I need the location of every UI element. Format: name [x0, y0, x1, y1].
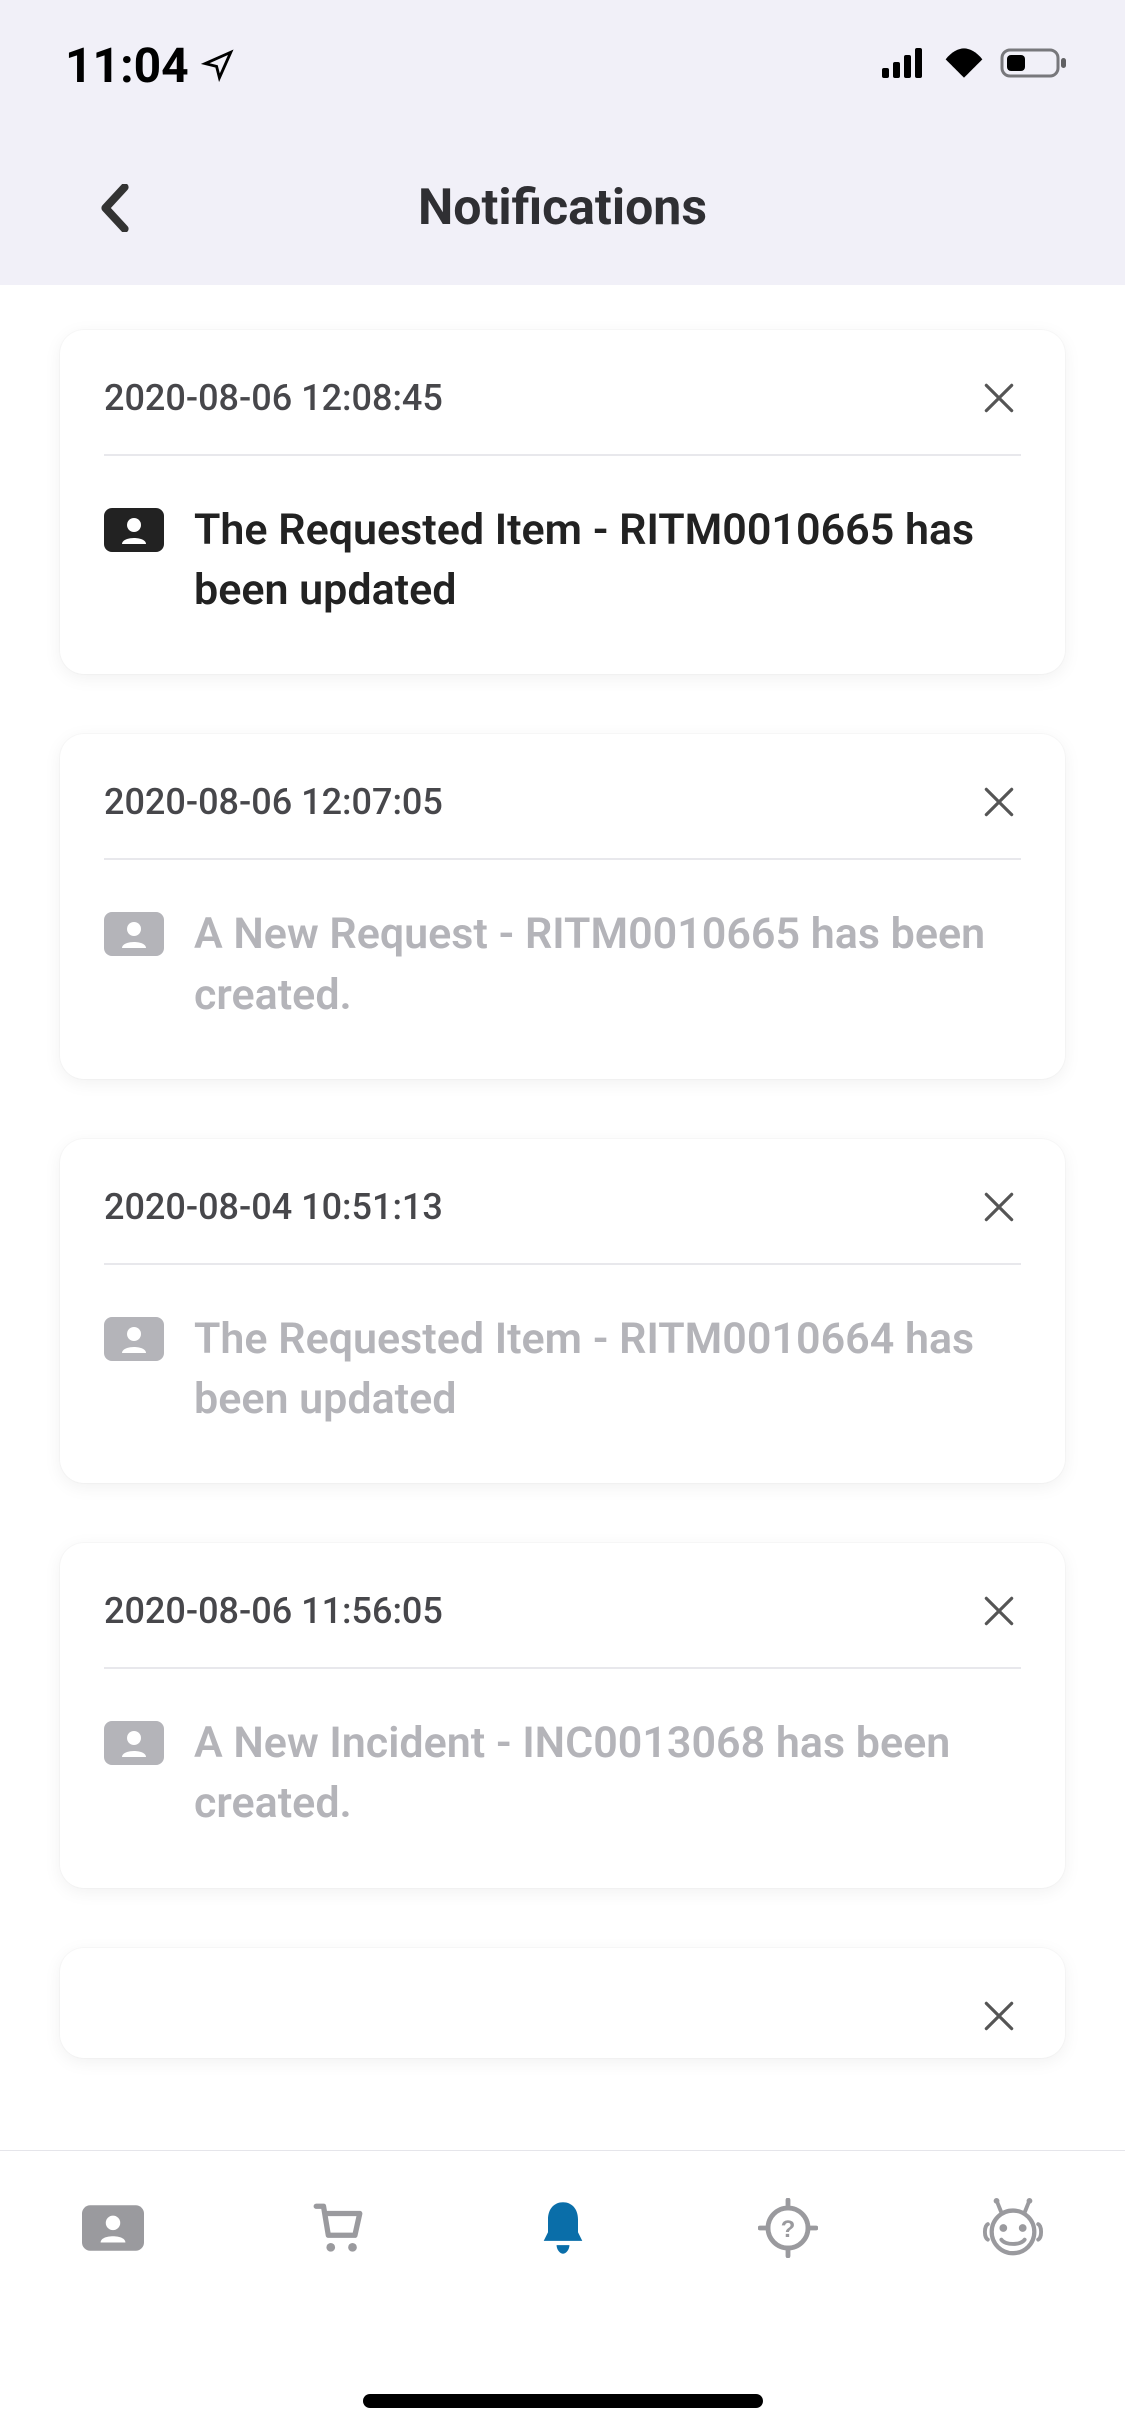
close-icon: [980, 1997, 1018, 2035]
dismiss-button[interactable]: [977, 1185, 1021, 1229]
nav-notifications[interactable]: [450, 2183, 675, 2273]
cart-icon: [307, 2199, 369, 2257]
svg-text:?: ?: [780, 2216, 795, 2243]
header: Notifications: [0, 130, 1125, 285]
dismiss-button[interactable]: [977, 780, 1021, 824]
status-bar: 11:04: [0, 0, 1125, 130]
status-time: 11:04: [65, 37, 189, 94]
notifications-list: 2020-08-06 12:08:45 The Requested Item -…: [0, 285, 1125, 2150]
nav-help[interactable]: ?: [675, 2183, 900, 2273]
nav-contacts[interactable]: [0, 2183, 225, 2273]
notification-card[interactable]: 2020-08-06 12:07:05 A New Request - RITM…: [60, 734, 1065, 1078]
notification-message: The Requested Item - RITM0010665 has bee…: [194, 500, 1021, 620]
dismiss-button[interactable]: [977, 376, 1021, 420]
contact-card-icon: [82, 2204, 144, 2252]
nav-chatbot[interactable]: [900, 2183, 1125, 2273]
back-button[interactable]: [80, 173, 150, 243]
close-icon: [980, 1188, 1018, 1226]
dismiss-button[interactable]: [977, 1589, 1021, 1633]
status-time-group: 11:04: [55, 37, 235, 94]
bell-icon: [537, 2198, 589, 2258]
notification-message: A New Request - RITM0010665 has been cre…: [194, 904, 1021, 1024]
close-icon: [980, 1592, 1018, 1630]
contact-card-icon: [104, 508, 164, 552]
notification-card[interactable]: [60, 1948, 1065, 2058]
battery-icon: [1000, 46, 1070, 84]
close-icon: [980, 379, 1018, 417]
close-icon: [980, 783, 1018, 821]
wifi-icon: [942, 46, 986, 84]
chevron-left-icon: [99, 184, 131, 232]
notification-timestamp: 2020-08-06 12:07:05: [104, 781, 443, 823]
location-icon: [201, 37, 235, 94]
notification-card[interactable]: 2020-08-06 11:56:05 A New Incident - INC…: [60, 1543, 1065, 1887]
notification-timestamp: 2020-08-06 11:56:05: [104, 1590, 443, 1632]
home-indicator[interactable]: [363, 2394, 763, 2408]
notification-card[interactable]: 2020-08-04 10:51:13 The Requested Item -…: [60, 1139, 1065, 1483]
notification-timestamp: 2020-08-06 12:08:45: [104, 377, 443, 419]
contact-card-icon: [104, 1317, 164, 1361]
cellular-icon: [880, 46, 928, 84]
nav-cart[interactable]: [225, 2183, 450, 2273]
notification-card[interactable]: 2020-08-06 12:08:45 The Requested Item -…: [60, 330, 1065, 674]
status-indicators: [880, 46, 1070, 84]
robot-icon: [978, 2197, 1048, 2259]
contact-card-icon: [104, 912, 164, 956]
notification-timestamp: 2020-08-04 10:51:13: [104, 1186, 443, 1228]
notification-message: The Requested Item - RITM0010664 has bee…: [194, 1309, 1021, 1429]
dismiss-button[interactable]: [977, 1994, 1021, 2038]
page-title: Notifications: [418, 179, 707, 237]
contact-card-icon: [104, 1721, 164, 1765]
help-target-icon: ?: [758, 2198, 818, 2258]
notification-message: A New Incident - INC0013068 has been cre…: [194, 1713, 1021, 1833]
